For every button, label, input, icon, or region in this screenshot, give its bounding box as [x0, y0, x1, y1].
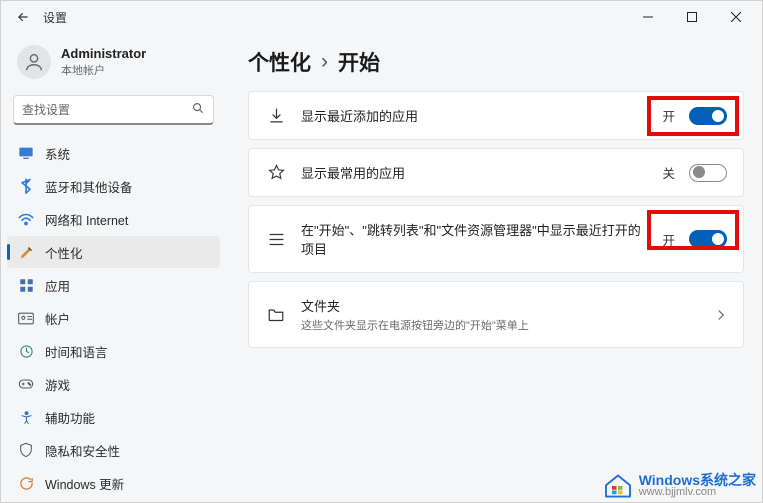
sidebar-item-network[interactable]: 网络和 Internet	[7, 203, 220, 235]
sidebar-item-bluetooth[interactable]: 蓝牙和其他设备	[7, 170, 220, 202]
sidebar-item-label: 帐户	[45, 309, 70, 328]
chevron-right-icon: ›	[321, 50, 328, 74]
sidebar-item-label: 时间和语言	[45, 342, 108, 361]
id-card-icon	[17, 312, 35, 325]
sidebar-item-label: 辅助功能	[45, 408, 95, 427]
close-button[interactable]	[714, 2, 758, 32]
folder-icon	[265, 307, 287, 322]
star-icon	[265, 164, 287, 181]
setting-folders[interactable]: 文件夹 这些文件夹显示在电源按钮旁边的"开始"菜单上	[248, 281, 744, 348]
titlebar: 设置	[1, 1, 762, 33]
apps-icon	[17, 278, 35, 293]
breadcrumb: 个性化 › 开始	[248, 47, 744, 77]
page-title: 开始	[338, 47, 380, 77]
back-button[interactable]	[11, 5, 35, 29]
list-icon	[265, 232, 287, 247]
sidebar-item-apps[interactable]: 应用	[7, 269, 220, 301]
account-block[interactable]: Administrator 本地帐户	[7, 39, 220, 85]
settings-window: 设置 Administrator 本地帐户	[0, 0, 763, 503]
setting-subtitle: 这些文件夹显示在电源按钮旁边的"开始"菜单上	[301, 317, 701, 333]
gamepad-icon	[17, 378, 35, 390]
sidebar-item-label: 应用	[45, 276, 70, 295]
arrow-left-icon	[16, 10, 30, 24]
setting-title: 文件夹	[301, 296, 701, 315]
toggle-state: 开	[657, 230, 675, 249]
toggle-switch[interactable]	[689, 107, 727, 125]
account-type: 本地帐户	[61, 62, 146, 78]
nav-list: 系统 蓝牙和其他设备 网络和 Internet 个性化 应用	[7, 137, 220, 499]
sidebar-item-personalization[interactable]: 个性化	[7, 236, 220, 268]
clock-globe-icon	[17, 344, 35, 359]
account-name: Administrator	[61, 46, 146, 61]
setting-title: 在"开始"、"跳转列表"和"文件资源管理器"中显示最近打开的项目	[301, 220, 643, 258]
minimize-icon	[643, 12, 653, 22]
sidebar-item-system[interactable]: 系统	[7, 137, 220, 169]
setting-most-used-apps: 显示最常用的应用 关	[248, 148, 744, 197]
main-content: 个性化 › 开始 显示最近添加的应用 开 显示最常用的应用 关	[226, 33, 762, 502]
setting-recent-items: 在"开始"、"跳转列表"和"文件资源管理器"中显示最近打开的项目 开	[248, 205, 744, 273]
sidebar-item-accessibility[interactable]: 辅助功能	[7, 401, 220, 433]
download-icon	[265, 107, 287, 124]
sidebar-item-label: 网络和 Internet	[45, 210, 128, 229]
sidebar-item-time-language[interactable]: 时间和语言	[7, 335, 220, 367]
maximize-icon	[687, 12, 697, 22]
toggle-state: 关	[657, 163, 675, 182]
wifi-icon	[17, 213, 35, 226]
shield-icon	[17, 442, 35, 458]
toggle-switch[interactable]	[689, 164, 727, 182]
setting-title: 显示最近添加的应用	[301, 106, 643, 125]
sidebar-item-label: 系统	[45, 144, 70, 163]
sidebar-item-gaming[interactable]: 游戏	[7, 368, 220, 400]
update-icon	[17, 476, 35, 491]
accessibility-icon	[17, 410, 35, 425]
search-input[interactable]: 查找设置	[13, 95, 214, 125]
toggle-state: 开	[657, 106, 675, 125]
search-icon	[191, 101, 205, 118]
maximize-button[interactable]	[670, 2, 714, 32]
sidebar-item-windows-update[interactable]: Windows 更新	[7, 467, 220, 499]
avatar	[17, 45, 51, 79]
minimize-button[interactable]	[626, 2, 670, 32]
breadcrumb-parent[interactable]: 个性化	[248, 47, 311, 77]
sidebar-item-label: Windows 更新	[45, 474, 124, 493]
chevron-right-icon	[715, 309, 727, 321]
setting-title: 显示最常用的应用	[301, 163, 643, 182]
sidebar-item-label: 隐私和安全性	[45, 441, 120, 460]
user-icon	[23, 51, 45, 73]
sidebar: Administrator 本地帐户 查找设置 系统 蓝牙和其他设备	[1, 33, 226, 502]
toggle-switch[interactable]	[689, 230, 727, 248]
sidebar-item-label: 游戏	[45, 375, 70, 394]
sidebar-item-accounts[interactable]: 帐户	[7, 302, 220, 334]
setting-recently-added-apps: 显示最近添加的应用 开	[248, 91, 744, 140]
sidebar-item-label: 个性化	[45, 243, 83, 262]
bluetooth-icon	[17, 178, 35, 194]
sidebar-item-privacy[interactable]: 隐私和安全性	[7, 434, 220, 466]
search-placeholder: 查找设置	[22, 101, 191, 118]
display-icon	[17, 146, 35, 160]
window-title: 设置	[43, 9, 67, 26]
paintbrush-icon	[17, 245, 35, 260]
sidebar-item-label: 蓝牙和其他设备	[45, 177, 133, 196]
close-icon	[731, 12, 741, 22]
